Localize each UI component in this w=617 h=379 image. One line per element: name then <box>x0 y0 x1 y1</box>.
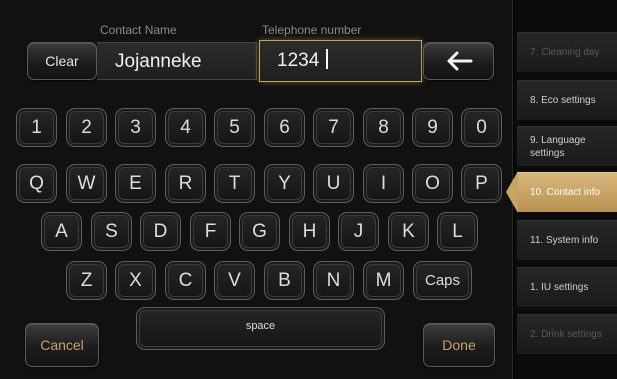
key-f[interactable]: F <box>190 212 231 251</box>
telephone-field[interactable]: 1234 <box>259 40 422 82</box>
key-b[interactable]: B <box>264 261 305 300</box>
contact-name-field[interactable]: Jojanneke <box>97 42 257 80</box>
key-6[interactable]: 6 <box>264 108 305 147</box>
active-pointer-icon <box>506 171 518 213</box>
telephone-label: Telephone number <box>262 23 362 37</box>
sidebar-item-contact-info[interactable]: 10. Contact info <box>517 172 617 212</box>
sidebar-item-system-info[interactable]: 11. System info <box>517 220 617 260</box>
backspace-button[interactable] <box>423 42 494 80</box>
contact-name-label: Contact Name <box>100 23 177 37</box>
key-2[interactable]: 2 <box>66 108 107 147</box>
key-s[interactable]: S <box>91 212 132 251</box>
key-3[interactable]: 3 <box>115 108 156 147</box>
sidebar-item-language-settings[interactable]: 9. Language settings <box>517 126 617 166</box>
sidebar-item-eco-settings[interactable]: 8. Eco settings <box>517 80 617 120</box>
caps-key[interactable]: Caps <box>413 261 472 300</box>
key-w[interactable]: W <box>66 164 107 203</box>
key-y[interactable]: Y <box>264 164 305 203</box>
key-d[interactable]: D <box>140 212 181 251</box>
key-x[interactable]: X <box>115 261 156 300</box>
key-h[interactable]: H <box>289 212 330 251</box>
key-n[interactable]: N <box>313 261 354 300</box>
settings-sidebar: 7. Cleaning day 8. Eco settings 9. Langu… <box>514 0 617 379</box>
clear-button[interactable]: Clear <box>27 42 97 80</box>
sidebar-item-drink-settings[interactable]: 2. Drink settings <box>517 314 617 354</box>
done-button[interactable]: Done <box>423 323 495 367</box>
key-8[interactable]: 8 <box>363 108 404 147</box>
contact-editor-panel: Contact Name Telephone number Clear Joja… <box>0 0 513 379</box>
key-u[interactable]: U <box>313 164 354 203</box>
key-1[interactable]: 1 <box>16 108 57 147</box>
key-q[interactable]: Q <box>16 164 57 203</box>
key-r[interactable]: R <box>165 164 206 203</box>
arrow-left-icon <box>447 51 472 71</box>
key-a[interactable]: A <box>41 212 82 251</box>
key-g[interactable]: G <box>239 212 280 251</box>
sidebar-item-cleaning-day[interactable]: 7. Cleaning day <box>517 32 617 72</box>
text-caret <box>326 49 329 69</box>
key-c[interactable]: C <box>165 261 206 300</box>
key-k[interactable]: K <box>388 212 429 251</box>
space-key[interactable]: space <box>136 307 385 350</box>
key-5[interactable]: 5 <box>214 108 255 147</box>
key-v[interactable]: V <box>214 261 255 300</box>
key-9[interactable]: 9 <box>412 108 453 147</box>
key-0[interactable]: 0 <box>461 108 502 147</box>
cancel-button[interactable]: Cancel <box>25 323 99 367</box>
key-z[interactable]: Z <box>66 261 107 300</box>
key-4[interactable]: 4 <box>165 108 206 147</box>
key-l[interactable]: L <box>437 212 478 251</box>
key-m[interactable]: M <box>363 261 404 300</box>
key-e[interactable]: E <box>115 164 156 203</box>
key-j[interactable]: J <box>338 212 379 251</box>
key-i[interactable]: I <box>363 164 404 203</box>
key-7[interactable]: 7 <box>313 108 354 147</box>
key-t[interactable]: T <box>214 164 255 203</box>
key-o[interactable]: O <box>412 164 453 203</box>
telephone-value: 1234 <box>277 50 320 71</box>
key-p[interactable]: P <box>461 164 502 203</box>
sidebar-item-iu-settings[interactable]: 1. IU settings <box>517 267 617 307</box>
